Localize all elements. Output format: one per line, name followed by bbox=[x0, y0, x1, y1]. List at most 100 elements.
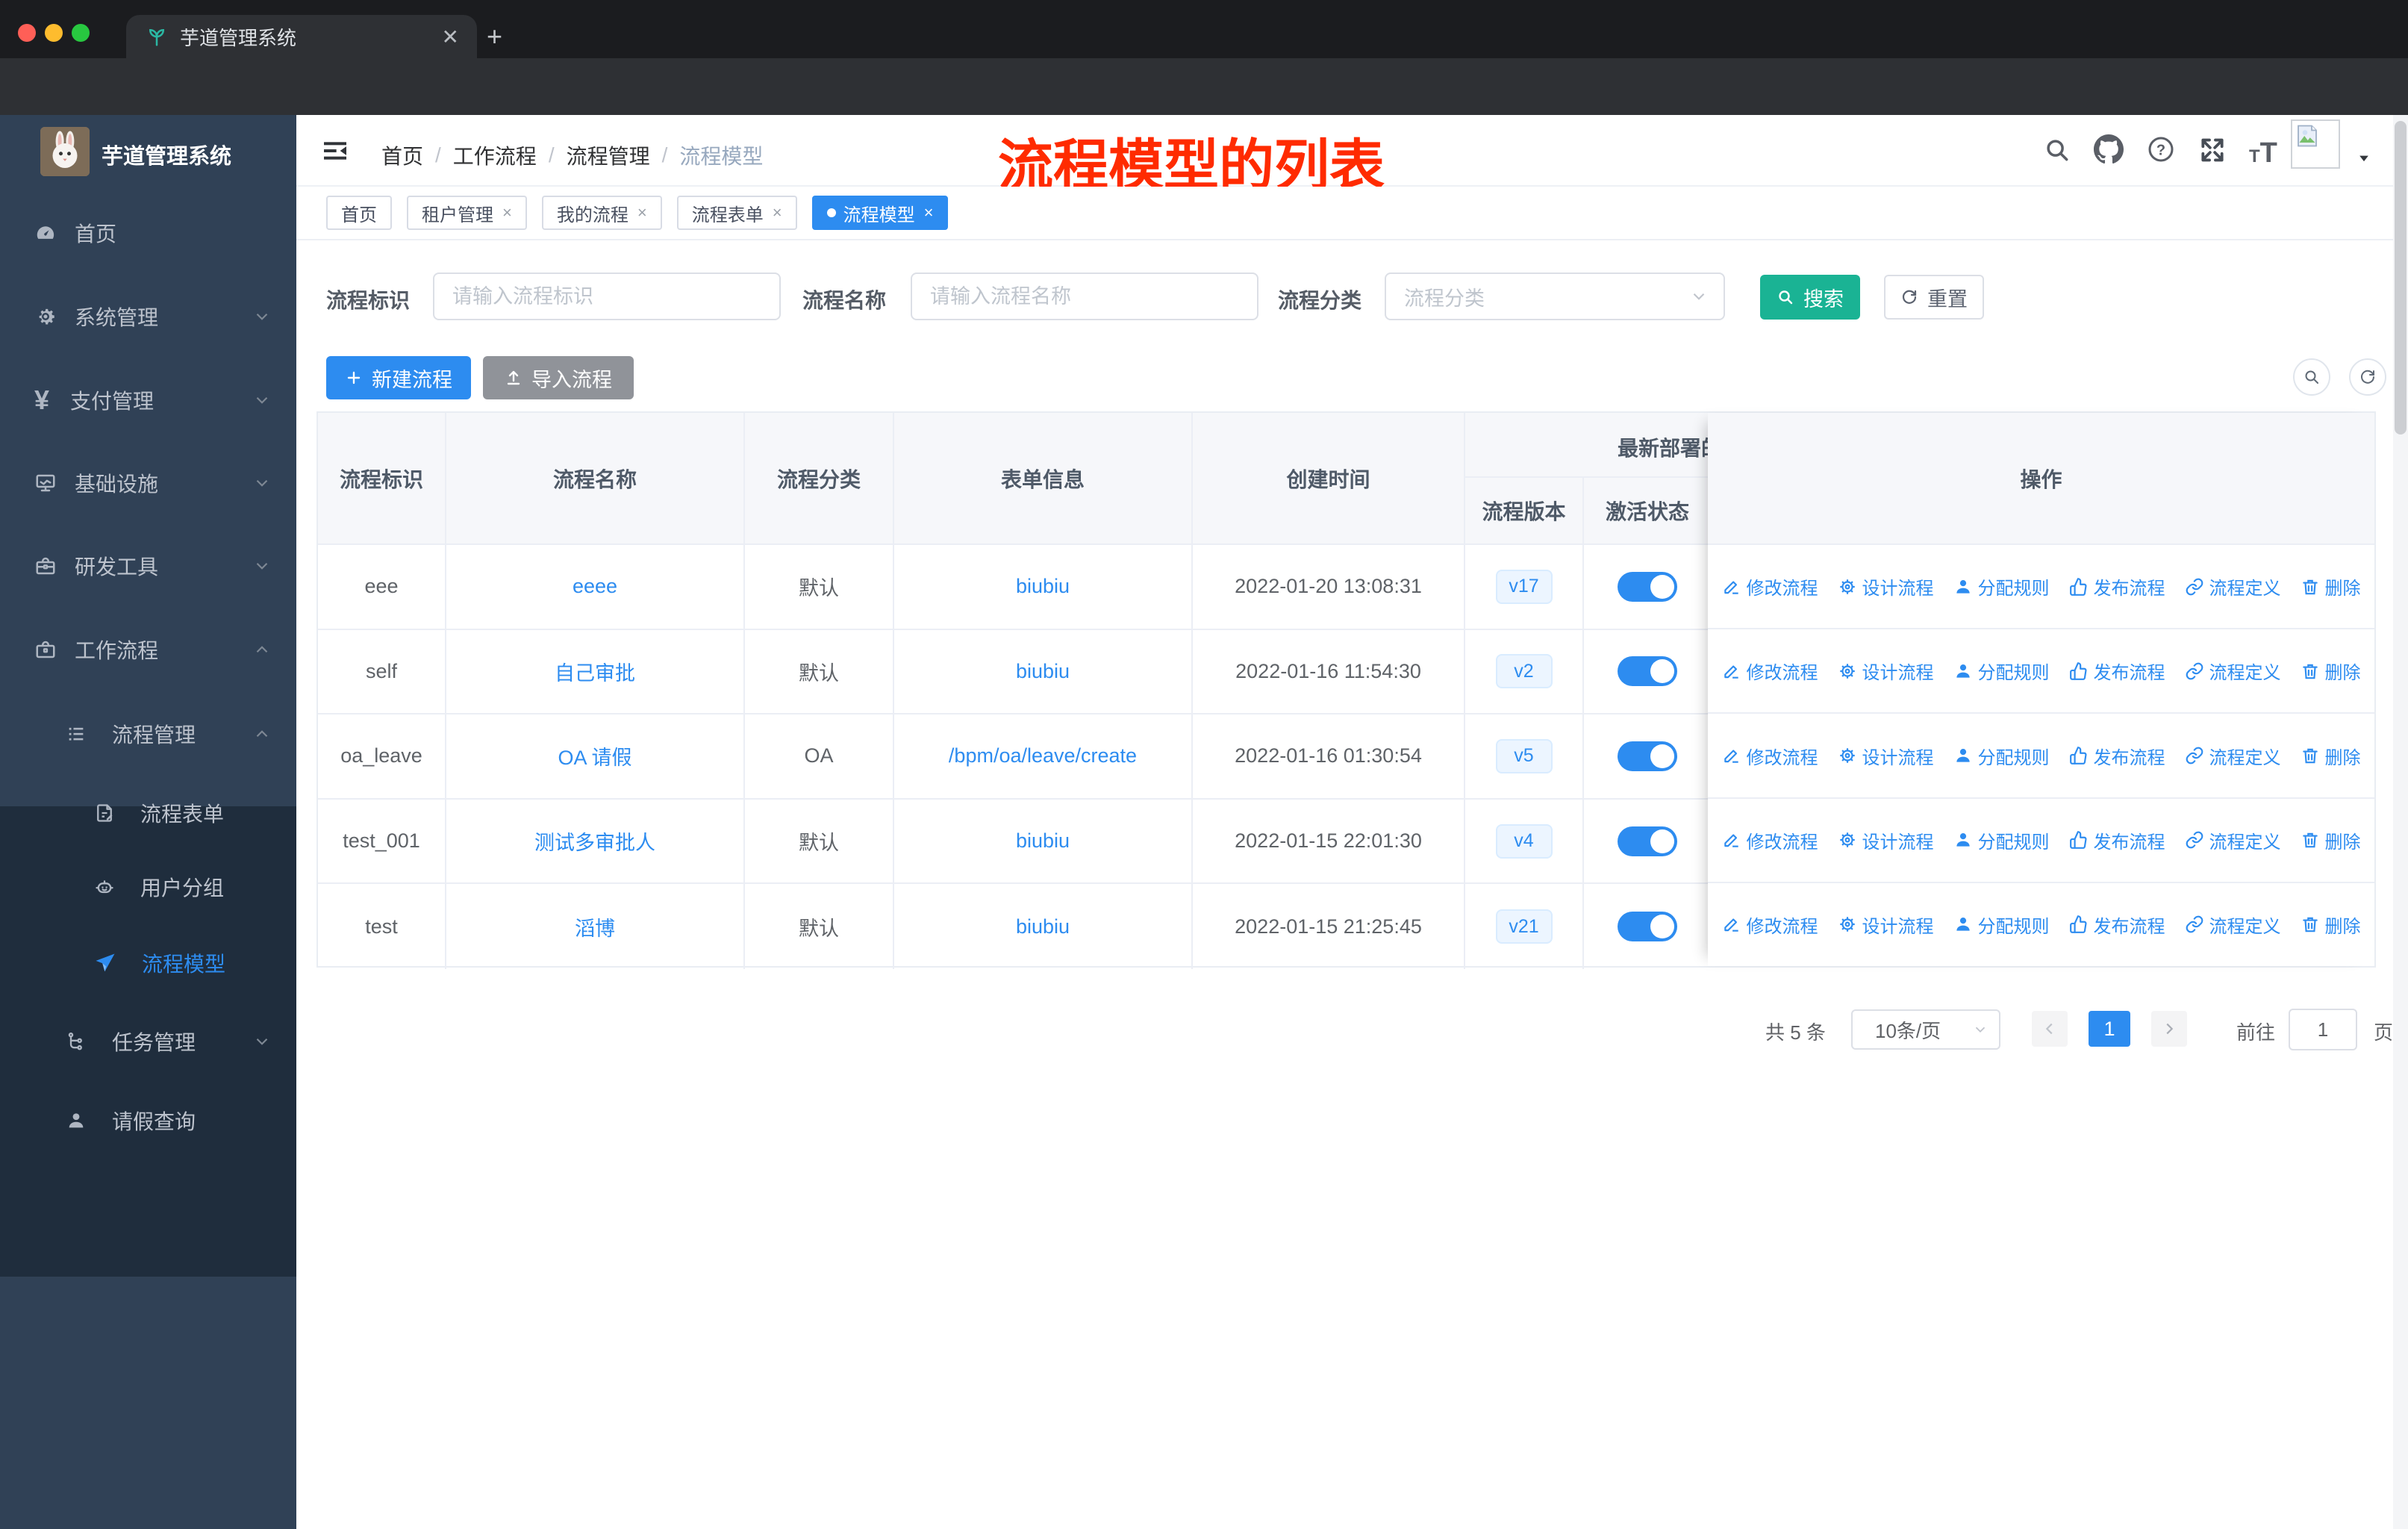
tag-process-form[interactable]: 流程表单 × bbox=[676, 196, 797, 230]
publish-process-action[interactable]: 发布流程 bbox=[2069, 912, 2165, 938]
tag-tenant[interactable]: 租户管理 × bbox=[407, 196, 527, 230]
refresh-table-button[interactable] bbox=[2349, 358, 2386, 396]
caret-down-icon[interactable] bbox=[2356, 151, 2371, 166]
design-process-action[interactable]: 设计流程 bbox=[1838, 658, 1934, 684]
process-name-link[interactable]: eeee bbox=[573, 575, 617, 598]
link-icon bbox=[2186, 916, 2203, 933]
process-name-link[interactable]: 滔博 bbox=[575, 912, 615, 941]
process-definition-action[interactable]: 流程定义 bbox=[2185, 912, 2281, 938]
assign-rule-action[interactable]: 分配规则 bbox=[1953, 743, 2050, 769]
tag-process-model[interactable]: 流程模型 × bbox=[811, 196, 949, 230]
active-toggle[interactable] bbox=[1618, 826, 1677, 856]
next-page-button[interactable] bbox=[2151, 1011, 2187, 1047]
form-info-link[interactable]: biubiu bbox=[1016, 829, 1070, 853]
form-info-link[interactable]: biubiu bbox=[1016, 575, 1070, 598]
process-definition-action[interactable]: 流程定义 bbox=[2185, 827, 2281, 853]
sidebar-item-workflow[interactable]: 工作流程 bbox=[0, 629, 296, 670]
browser-tab[interactable]: 芋道管理系统 ✕ bbox=[126, 15, 477, 58]
search-button[interactable]: 搜索 bbox=[1760, 275, 1860, 320]
delete-action[interactable]: 删除 bbox=[2301, 573, 2361, 600]
tag-close-icon[interactable]: × bbox=[502, 203, 512, 222]
modify-process-action[interactable]: 修改流程 bbox=[1722, 658, 1818, 684]
design-process-action[interactable]: 设计流程 bbox=[1838, 743, 1934, 769]
active-toggle[interactable] bbox=[1618, 912, 1677, 942]
active-toggle[interactable] bbox=[1618, 656, 1677, 687]
modify-process-action[interactable]: 修改流程 bbox=[1722, 912, 1818, 938]
publish-process-action[interactable]: 发布流程 bbox=[2069, 658, 2165, 684]
search-icon[interactable] bbox=[2043, 136, 2071, 164]
design-process-action[interactable]: 设计流程 bbox=[1838, 573, 1934, 600]
sidebar-item-process-management[interactable]: 流程管理 bbox=[0, 713, 296, 755]
window-close-button[interactable] bbox=[18, 24, 36, 42]
prev-page-button[interactable] bbox=[2032, 1011, 2068, 1047]
sidebar-item-process-form[interactable]: 流程表单 bbox=[0, 792, 296, 834]
reset-button[interactable]: 重置 bbox=[1884, 275, 1984, 320]
publish-process-action[interactable]: 发布流程 bbox=[2069, 827, 2165, 853]
window-minimize-button[interactable] bbox=[45, 24, 63, 42]
page-size-select[interactable]: 10条/页 bbox=[1851, 1009, 2000, 1050]
assign-rule-action[interactable]: 分配规则 bbox=[1953, 827, 2050, 853]
import-process-button[interactable]: 导入流程 bbox=[483, 356, 634, 399]
goto-page-input[interactable] bbox=[2289, 1009, 2357, 1050]
sidebar-item-task-management[interactable]: 任务管理 bbox=[0, 1021, 296, 1062]
new-tab-button[interactable]: + bbox=[487, 21, 502, 52]
modify-process-action[interactable]: 修改流程 bbox=[1722, 743, 1818, 769]
breadcrumb-item[interactable]: 工作流程 bbox=[453, 140, 537, 170]
process-id-input[interactable] bbox=[433, 273, 781, 320]
sidebar-item-payment[interactable]: ¥ 支付管理 bbox=[0, 379, 296, 421]
tag-home[interactable]: 首页 bbox=[326, 196, 392, 230]
window-zoom-button[interactable] bbox=[72, 24, 90, 42]
form-info-link[interactable]: biubiu bbox=[1016, 660, 1070, 683]
help-icon[interactable]: ? bbox=[2146, 134, 2176, 164]
active-toggle[interactable] bbox=[1618, 571, 1677, 602]
current-page-button[interactable]: 1 bbox=[2089, 1011, 2130, 1047]
design-process-action[interactable]: 设计流程 bbox=[1838, 827, 1934, 853]
process-name-input[interactable] bbox=[911, 273, 1258, 320]
fullscreen-icon[interactable] bbox=[2198, 136, 2227, 164]
sidebar-item-system[interactable]: 系统管理 bbox=[0, 296, 296, 337]
process-name-link[interactable]: 测试多审批人 bbox=[534, 826, 655, 856]
sidebar-item-user-group[interactable]: 用户分组 bbox=[0, 866, 296, 908]
delete-action[interactable]: 删除 bbox=[2301, 743, 2361, 769]
process-definition-action[interactable]: 流程定义 bbox=[2185, 743, 2281, 769]
process-definition-action[interactable]: 流程定义 bbox=[2185, 658, 2281, 684]
modify-process-action[interactable]: 修改流程 bbox=[1722, 573, 1818, 600]
create-process-button[interactable]: 新建流程 bbox=[326, 356, 471, 399]
link-icon bbox=[2186, 578, 2203, 595]
avatar[interactable] bbox=[2291, 119, 2340, 169]
toggle-search-button[interactable] bbox=[2293, 358, 2330, 396]
assign-rule-action[interactable]: 分配规则 bbox=[1953, 912, 2050, 938]
sidebar-item-home[interactable]: 首页 bbox=[0, 212, 296, 254]
font-size-icon[interactable]: TT bbox=[2249, 137, 2277, 169]
breadcrumb-item[interactable]: 首页 bbox=[381, 140, 423, 170]
tag-close-icon[interactable]: × bbox=[637, 203, 647, 222]
delete-action[interactable]: 删除 bbox=[2301, 827, 2361, 853]
publish-process-action[interactable]: 发布流程 bbox=[2069, 573, 2165, 600]
category-select[interactable]: 流程分类 bbox=[1385, 273, 1725, 320]
tag-close-icon[interactable]: × bbox=[924, 203, 934, 222]
github-icon[interactable] bbox=[2094, 134, 2124, 164]
process-definition-action[interactable]: 流程定义 bbox=[2185, 573, 2281, 600]
sidebar-item-process-model[interactable]: 流程模型 bbox=[0, 942, 296, 984]
tag-close-icon[interactable]: × bbox=[773, 203, 782, 222]
delete-action[interactable]: 删除 bbox=[2301, 658, 2361, 684]
delete-action[interactable]: 删除 bbox=[2301, 912, 2361, 938]
modify-process-action[interactable]: 修改流程 bbox=[1722, 827, 1818, 853]
form-info-link[interactable]: biubiu bbox=[1016, 915, 1070, 938]
design-process-action[interactable]: 设计流程 bbox=[1838, 912, 1934, 938]
scrollbar-thumb[interactable] bbox=[2395, 121, 2407, 435]
sidebar-item-leave-query[interactable]: 请假查询 bbox=[0, 1100, 296, 1142]
sidebar-item-devtools[interactable]: 研发工具 bbox=[0, 545, 296, 587]
assign-rule-action[interactable]: 分配规则 bbox=[1953, 658, 2050, 684]
sidebar-collapse-icon[interactable] bbox=[320, 136, 350, 166]
assign-rule-action[interactable]: 分配规则 bbox=[1953, 573, 2050, 600]
publish-process-action[interactable]: 发布流程 bbox=[2069, 743, 2165, 769]
breadcrumb-item[interactable]: 流程管理 bbox=[567, 140, 650, 170]
active-toggle[interactable] bbox=[1618, 741, 1677, 771]
tag-my-process[interactable]: 我的流程 × bbox=[541, 196, 662, 230]
form-info-link[interactable]: /bpm/oa/leave/create bbox=[949, 744, 1137, 767]
process-name-link[interactable]: 自己审批 bbox=[555, 657, 635, 686]
sidebar-item-infrastructure[interactable]: 基础设施 bbox=[0, 462, 296, 504]
process-name-link[interactable]: OA 请假 bbox=[558, 741, 631, 770]
tab-close-icon[interactable]: ✕ bbox=[442, 25, 459, 49]
